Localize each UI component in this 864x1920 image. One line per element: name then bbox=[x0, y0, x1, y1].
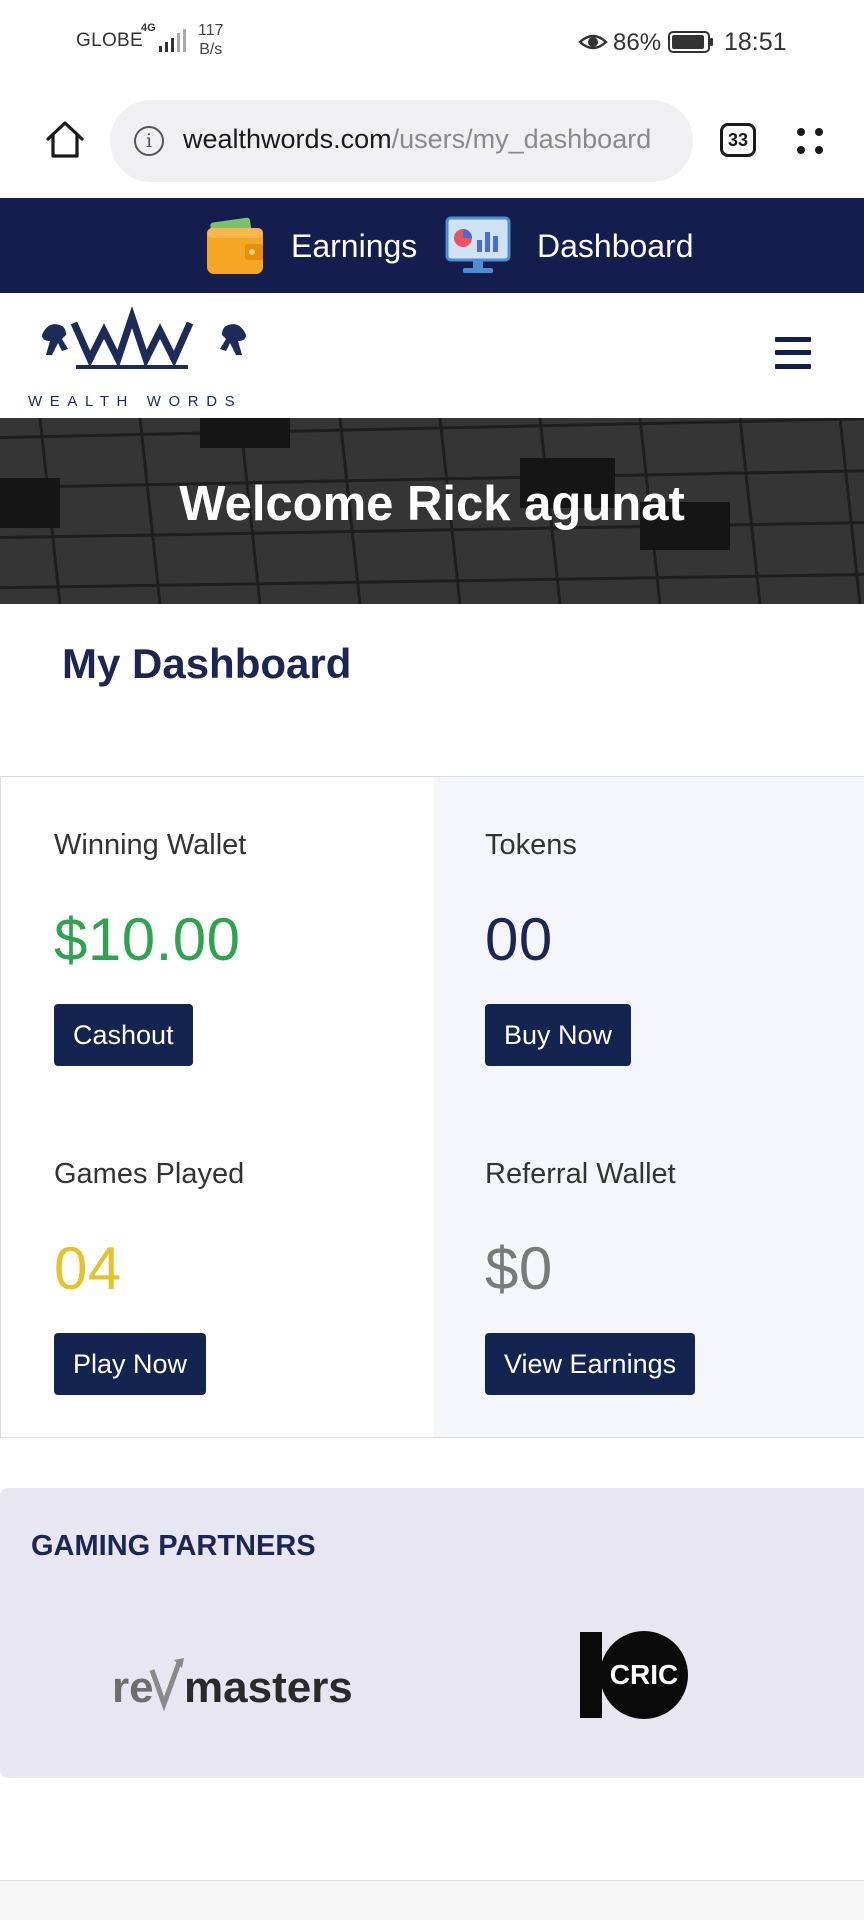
network-speed-value: 117 bbox=[198, 22, 224, 39]
battery-icon bbox=[668, 31, 713, 53]
games-played-card: Games Played 04 Play Now bbox=[54, 1106, 454, 1406]
logo-emblem bbox=[42, 307, 246, 369]
nav-earnings-link[interactable]: Earnings bbox=[205, 212, 417, 280]
revmasters-logo[interactable]: re masters bbox=[112, 1656, 352, 1714]
footer-strip bbox=[0, 1881, 864, 1920]
cashout-button[interactable]: Cashout bbox=[54, 1004, 193, 1066]
carrier-label: GLOBE bbox=[76, 30, 143, 51]
buy-now-button[interactable]: Buy Now bbox=[485, 1004, 632, 1066]
url-path: /users/my_dashboard bbox=[391, 124, 652, 154]
network-speed-unit: B/s bbox=[199, 41, 223, 58]
referral-wallet-label: Referral Wallet bbox=[485, 1158, 676, 1190]
eye-comfort-icon bbox=[578, 34, 608, 50]
dashboard-cards: Winning Wallet $10.00 Cashout Tokens 00 … bbox=[0, 776, 864, 1438]
nav-dashboard-link[interactable]: Dashboard bbox=[445, 212, 694, 280]
home-icon[interactable] bbox=[44, 118, 86, 160]
referral-wallet-value: $0 bbox=[485, 1235, 553, 1302]
10cric-logo-text: CRIC bbox=[610, 1659, 678, 1690]
referral-wallet-card: Referral Wallet $0 View Earnings bbox=[485, 1106, 864, 1406]
revmasters-logo-part2: masters bbox=[184, 1663, 352, 1712]
10cric-logo[interactable]: CRIC bbox=[578, 1630, 698, 1720]
nav-dashboard-label: Dashboard bbox=[537, 227, 694, 264]
browser-toolbar: i wealthwords.com/users/my_dashboard 33 bbox=[0, 86, 864, 198]
winning-wallet-label: Winning Wallet bbox=[54, 829, 247, 861]
status-bar: GLOBE 4G 117 B/s 86% 18:51 bbox=[0, 0, 864, 86]
address-bar[interactable]: i wealthwords.com/users/my_dashboard bbox=[110, 100, 693, 182]
gaming-partners-title: GAMING PARTNERS bbox=[31, 1530, 316, 1562]
winning-wallet-card: Winning Wallet $10.00 Cashout bbox=[54, 777, 454, 1077]
welcome-heading: Welcome Rick agunat bbox=[179, 477, 685, 531]
wallet-icon bbox=[207, 217, 263, 274]
page-title: My Dashboard bbox=[62, 640, 352, 687]
battery-percentage: 86% bbox=[613, 29, 662, 56]
info-icon[interactable]: i bbox=[134, 126, 164, 156]
games-played-value: 04 bbox=[54, 1235, 122, 1302]
network-type: 4G bbox=[141, 22, 156, 34]
gaming-partners-section: GAMING PARTNERS re masters CRIC bbox=[0, 1488, 864, 1778]
tokens-value: 00 bbox=[485, 906, 553, 973]
tab-switcher-button[interactable]: 33 bbox=[720, 123, 756, 157]
logo-wordmark: WEALTH WORDS bbox=[28, 393, 243, 410]
revmasters-logo-part1: re bbox=[112, 1663, 154, 1712]
url-text[interactable]: wealthwords.com/users/my_dashboard bbox=[183, 124, 651, 155]
play-now-button[interactable]: Play Now bbox=[54, 1333, 207, 1395]
tokens-card: Tokens 00 Buy Now bbox=[485, 777, 864, 1077]
tokens-label: Tokens bbox=[485, 829, 577, 861]
url-domain: wealthwords.com bbox=[183, 124, 392, 154]
clock: 18:51 bbox=[724, 28, 787, 56]
hamburger-menu-icon[interactable] bbox=[775, 337, 811, 369]
view-earnings-button[interactable]: View Earnings bbox=[485, 1333, 696, 1395]
games-played-label: Games Played bbox=[54, 1158, 245, 1190]
winning-wallet-value: $10.00 bbox=[54, 906, 241, 973]
site-header: WEALTH WORDS bbox=[0, 293, 864, 418]
signal-icon bbox=[159, 29, 186, 52]
wealth-words-logo[interactable]: WEALTH WORDS bbox=[28, 307, 258, 410]
browser-menu-icon[interactable] bbox=[793, 124, 827, 158]
network-speed: 117 B/s bbox=[198, 21, 224, 59]
top-nav: Earnings Dashboard bbox=[0, 198, 864, 293]
dashboard-monitor-icon bbox=[445, 216, 511, 273]
welcome-banner: Welcome Rick agunat bbox=[0, 418, 864, 604]
nav-earnings-label: Earnings bbox=[291, 227, 418, 264]
